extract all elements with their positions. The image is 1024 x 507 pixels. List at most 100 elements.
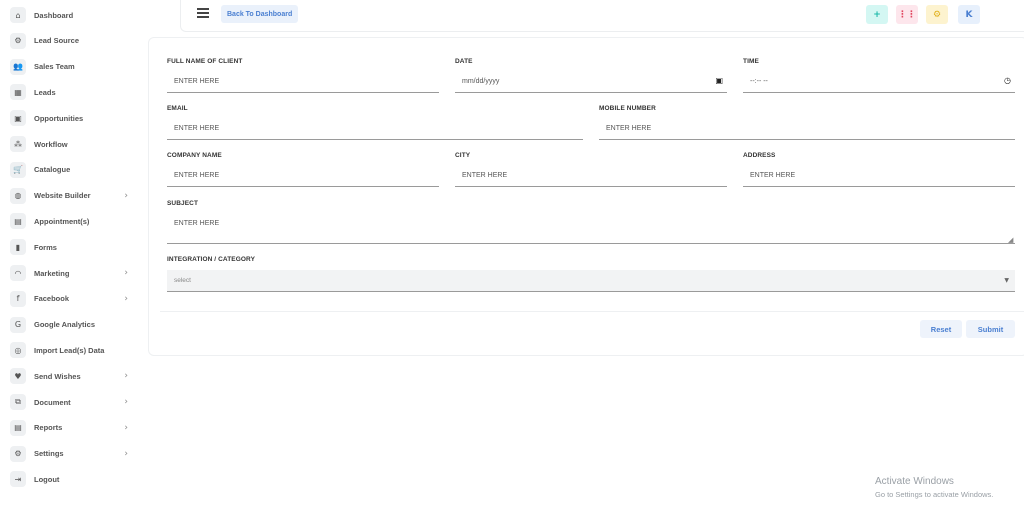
address-input[interactable]: ENTER HERE [743, 165, 1015, 187]
sidebar-item-label: Send Wishes [34, 371, 81, 381]
sidebar-item-send-wishes[interactable]: ♥ Send Wishes › [10, 367, 128, 385]
user-avatar-icon[interactable]: K [958, 5, 980, 24]
chevron-right-icon: › [124, 268, 128, 278]
facebook-icon: f [10, 290, 26, 307]
gears-icon: ⚙ [10, 32, 26, 49]
time-placeholder: --:-- -- [750, 78, 768, 85]
subject-textarea[interactable]: ENTER HERE [167, 213, 1015, 244]
sidebar-item-label: Marketing [34, 268, 70, 278]
resize-handle-icon[interactable]: ◢ [1008, 236, 1013, 244]
time-label: TIME [743, 58, 759, 65]
sidebar-item-sales-team[interactable]: 👥 Sales Team [10, 58, 128, 76]
apps-grid-icon[interactable]: ⋮⋮ [896, 5, 918, 24]
sidebar-item-label: Settings [34, 449, 64, 459]
globe-icon: ◍ [10, 187, 26, 204]
copy-icon: ⧉ [10, 394, 26, 410]
city-placeholder: ENTER HERE [462, 172, 508, 179]
sidebar-item-google-analytics[interactable]: G Google Analytics [10, 316, 128, 334]
sitemap-icon: ⁂ [10, 136, 26, 152]
chevron-right-icon: › [124, 397, 128, 407]
reset-button[interactable]: Reset [920, 320, 962, 338]
heart-icon: ♥ [10, 368, 26, 385]
address-label: ADDRESS [743, 152, 776, 159]
sidebar-item-dashboard[interactable]: ⌂ Dashboard [10, 6, 128, 24]
category-select[interactable]: select ▼ [167, 270, 1015, 292]
sidebar-item-label: Facebook [34, 294, 70, 304]
sidebar-item-import-leads-data[interactable]: ◎ Import Lead(s) Data [10, 341, 128, 359]
sidebar-item-logout[interactable]: ⇥ Logout [10, 470, 128, 488]
grid-icon: ▦ [10, 84, 26, 101]
full-name-label: FULL NAME OF CLIENT [167, 58, 243, 65]
email-placeholder: ENTER HERE [174, 125, 220, 132]
mobile-input[interactable]: ENTER HERE [599, 118, 1015, 140]
sidebar-item-facebook[interactable]: f Facebook › [10, 290, 128, 308]
time-input[interactable]: --:-- -- ◷ [743, 71, 1015, 93]
opportunity-icon: ▣ [10, 110, 26, 127]
home-icon: ⌂ [10, 7, 26, 23]
activate-windows-title: Activate Windows [875, 476, 954, 487]
back-to-dashboard-button[interactable]: Back To Dashboard [221, 5, 299, 23]
sidebar-item-leads[interactable]: ▦ Leads [10, 83, 128, 101]
sidebar-item-workflow[interactable]: ⁂ Workflow [10, 135, 128, 153]
plus-icon[interactable]: + [866, 5, 888, 24]
sidebar-item-label: Catalogue [34, 165, 71, 175]
calendar-icon[interactable]: ▣ [715, 76, 723, 85]
menu-toggle-icon[interactable] [197, 8, 209, 18]
team-icon: 👥 [10, 58, 26, 75]
mobile-label: MOBILE NUMBER [599, 105, 656, 112]
sidebar-item-label: Forms [34, 242, 57, 252]
email-input[interactable]: ENTER HERE [167, 118, 583, 140]
logout-icon: ⇥ [10, 471, 26, 488]
date-input[interactable]: mm/dd/yyyy ▣ [455, 71, 727, 93]
company-input[interactable]: ENTER HERE [167, 165, 439, 187]
company-label: COMPANY NAME [167, 152, 222, 159]
city-input[interactable]: ENTER HERE [455, 165, 727, 187]
settings-gear-icon[interactable]: ⚙ [926, 5, 948, 24]
sidebar-item-label: Website Builder [34, 191, 91, 201]
date-label: DATE [455, 58, 473, 65]
category-label: INTEGRATION / CATEGORY [167, 256, 256, 263]
sidebar-item-label: Opportunities [34, 113, 84, 123]
sidebar-item-label: Document [34, 397, 71, 407]
sidebar-item-website-builder[interactable]: ◍ Website Builder › [10, 187, 128, 205]
category-selected-value: select [174, 277, 191, 284]
subject-placeholder: ENTER HERE [174, 220, 220, 227]
sidebar-item-label: Import Lead(s) Data [34, 345, 105, 355]
sidebar-item-catalogue[interactable]: 🛒 Catalogue [10, 161, 128, 179]
sidebar-item-label: Sales Team [34, 62, 75, 72]
address-placeholder: ENTER HERE [750, 172, 796, 179]
sidebar-item-label: Reports [34, 423, 63, 433]
sidebar-item-reports[interactable]: ▤ Reports › [10, 419, 128, 437]
city-label: CITY [455, 152, 471, 159]
clock-icon[interactable]: ◷ [1004, 76, 1011, 85]
sidebar: ⌂ Dashboard ⚙ Lead Source 👥 Sales Team ▦ Leads ▣… [0, 0, 140, 507]
email-label: EMAIL [167, 105, 188, 112]
mobile-placeholder: ENTER HERE [606, 125, 652, 132]
sidebar-item-label: Google Analytics [34, 320, 95, 330]
sidebar-item-settings[interactable]: ⚙ Settings › [10, 445, 128, 463]
chevron-right-icon: › [124, 371, 128, 382]
sidebar-item-opportunities[interactable]: ▣ Opportunities [10, 109, 128, 127]
chevron-right-icon: › [124, 293, 128, 304]
sidebar-item-appointments[interactable]: ▤ Appointment(s) [10, 212, 128, 230]
chevron-right-icon: › [124, 422, 128, 433]
file-icon: ▮ [10, 239, 26, 256]
sidebar-item-forms[interactable]: ▮ Forms [10, 238, 128, 256]
submit-button[interactable]: Submit [966, 320, 1015, 338]
sidebar-item-label: Leads [34, 87, 56, 97]
headset-icon: ◠ [10, 265, 26, 281]
sidebar-item-marketing[interactable]: ◠ Marketing › [10, 264, 128, 282]
chevron-down-icon: ▼ [1004, 277, 1009, 284]
full-name-input[interactable]: ENTER HERE [167, 71, 439, 93]
sidebar-item-lead-source[interactable]: ⚙ Lead Source [10, 32, 128, 50]
sidebar-item-label: Dashboard [34, 10, 74, 20]
form-divider [160, 311, 1024, 312]
sidebar-item-label: Workflow [34, 139, 68, 149]
google-icon: G [10, 316, 26, 333]
sidebar-item-document[interactable]: ⧉ Document › [10, 393, 128, 411]
subject-label: SUBJECT [167, 200, 199, 207]
cart-icon: 🛒 [10, 161, 26, 178]
activate-windows-subtitle: Go to Settings to activate Windows. [875, 490, 994, 499]
company-placeholder: ENTER HERE [174, 172, 220, 179]
import-icon: ◎ [10, 342, 26, 359]
